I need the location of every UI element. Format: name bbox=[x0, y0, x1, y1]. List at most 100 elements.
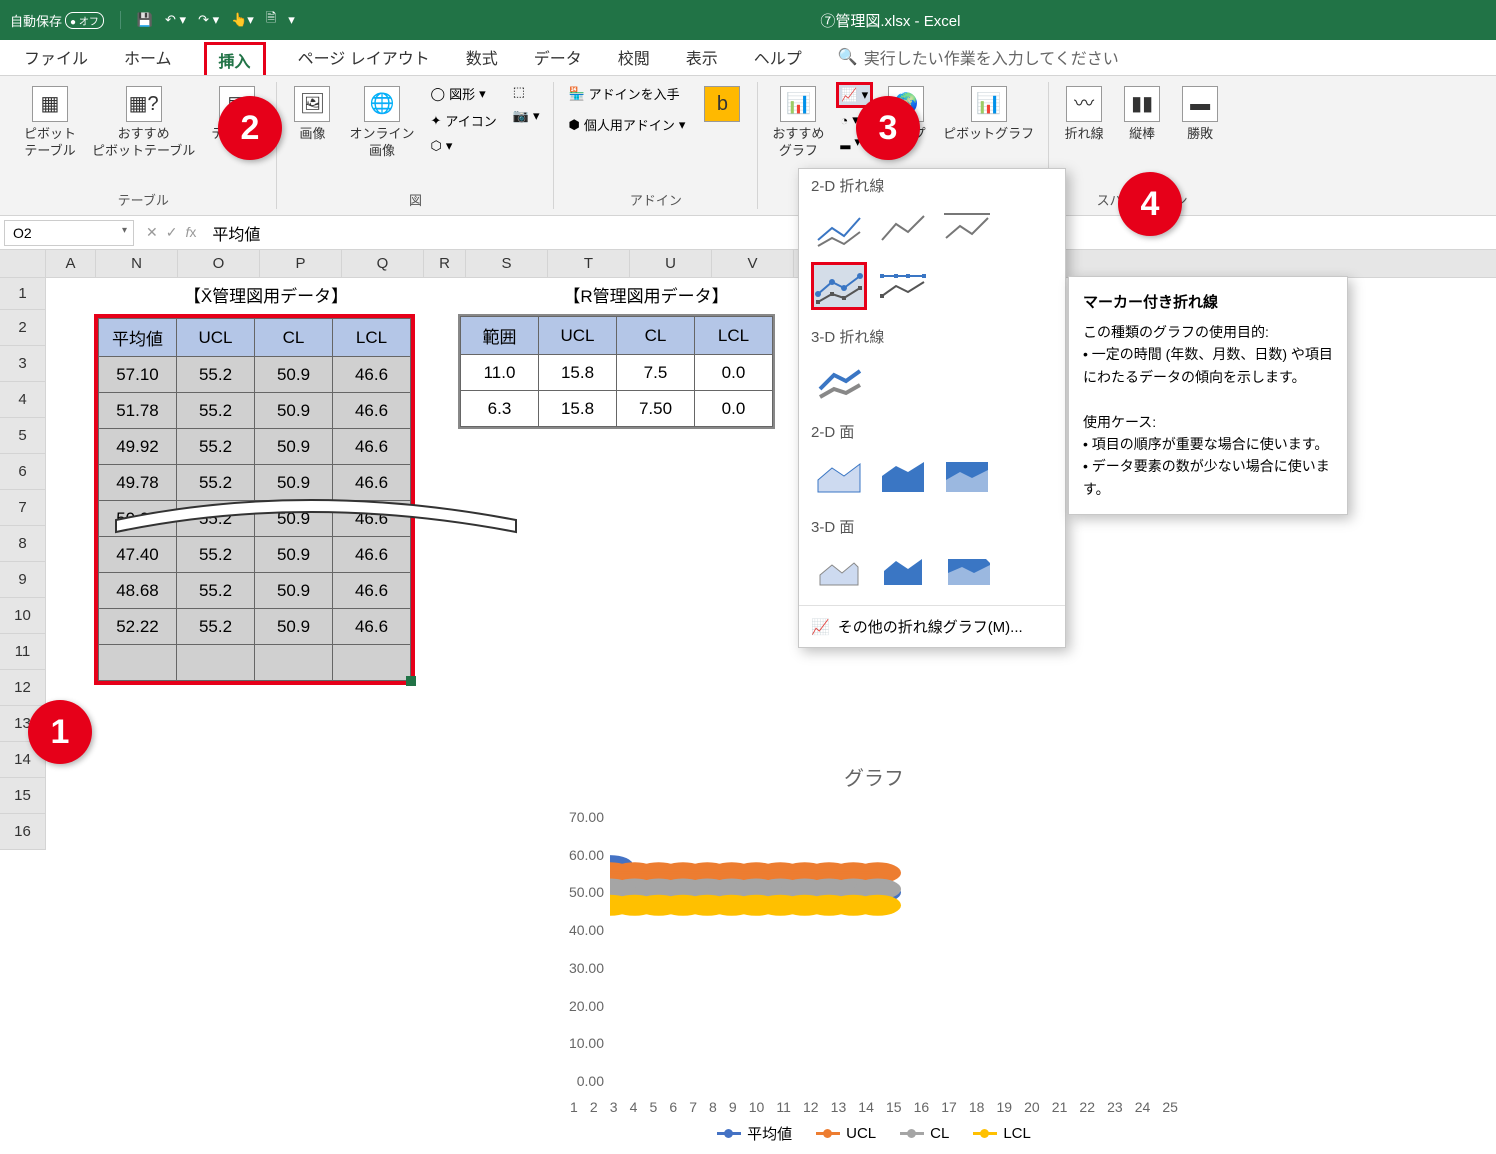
row-header-1[interactable]: 1 bbox=[0, 278, 46, 310]
table-cell[interactable]: 15.8 bbox=[539, 355, 617, 391]
row-header-16[interactable]: 16 bbox=[0, 814, 46, 850]
chart-type-100-stacked-area[interactable] bbox=[939, 452, 995, 500]
table-cell[interactable]: 46.6 bbox=[333, 465, 411, 501]
table-cell[interactable]: 46.6 bbox=[333, 429, 411, 465]
chart-type-line[interactable] bbox=[811, 206, 867, 254]
fx-icon[interactable]: fx bbox=[185, 224, 196, 241]
selection-handle[interactable] bbox=[406, 676, 416, 686]
smartart-button[interactable]: ⬚ bbox=[509, 82, 544, 102]
table-cell[interactable]: 50.9 bbox=[255, 609, 333, 645]
row-header-9[interactable]: 9 bbox=[0, 562, 46, 598]
confirm-formula-icon[interactable]: ✓ bbox=[166, 224, 178, 241]
table-cell[interactable]: 47.40 bbox=[99, 537, 177, 573]
chart-type-stacked-line-markers[interactable] bbox=[875, 262, 931, 310]
table-cell[interactable]: 50.9 bbox=[255, 429, 333, 465]
table-cell[interactable]: 7.50 bbox=[617, 391, 695, 427]
row-header-11[interactable]: 11 bbox=[0, 634, 46, 670]
table-cell[interactable]: 46.6 bbox=[333, 357, 411, 393]
undo-icon[interactable]: ↶ ▾ bbox=[165, 12, 186, 28]
tab-data[interactable]: データ bbox=[530, 39, 586, 75]
chart-type-3d-area[interactable] bbox=[811, 547, 867, 595]
chart-type-3d-line[interactable] bbox=[811, 357, 867, 405]
col-header-N[interactable]: N bbox=[96, 250, 178, 277]
chart-type-area[interactable] bbox=[811, 452, 867, 500]
3d-model-button[interactable]: ⬡ ▾ bbox=[427, 136, 501, 156]
image-button[interactable]: 🖼画像 bbox=[287, 82, 337, 147]
table-cell[interactable]: 50.9 bbox=[255, 537, 333, 573]
table-cell[interactable]: 6.3 bbox=[461, 391, 539, 427]
row-header-8[interactable]: 8 bbox=[0, 526, 46, 562]
tab-home[interactable]: ホーム bbox=[120, 39, 176, 75]
table-xbar-data[interactable]: 平均値UCLCLLCL57.1055.250.946.651.7855.250.… bbox=[94, 314, 415, 685]
table-cell[interactable]: 55.2 bbox=[177, 573, 255, 609]
get-addins-button[interactable]: 🏪アドインを入手 bbox=[564, 82, 689, 105]
table-cell[interactable]: 55.2 bbox=[177, 609, 255, 645]
col-header-P[interactable]: P bbox=[260, 250, 342, 277]
table-cell[interactable]: 0.0 bbox=[695, 391, 773, 427]
save-icon[interactable]: 💾 bbox=[137, 12, 153, 28]
table-cell[interactable]: 50.9 bbox=[255, 465, 333, 501]
table-cell[interactable]: 50.9 bbox=[255, 393, 333, 429]
table-cell[interactable]: 55.2 bbox=[177, 537, 255, 573]
table-cell[interactable]: 50.9 bbox=[255, 573, 333, 609]
table-cell[interactable]: 49.78 bbox=[99, 465, 177, 501]
table-cell[interactable]: 46.6 bbox=[333, 393, 411, 429]
tab-page-layout[interactable]: ページ レイアウト bbox=[294, 39, 434, 75]
table-cell[interactable]: 55.2 bbox=[177, 429, 255, 465]
table-cell[interactable]: 46.6 bbox=[333, 537, 411, 573]
col-header-O[interactable]: O bbox=[178, 250, 260, 277]
table-cell[interactable]: 49.92 bbox=[99, 429, 177, 465]
table-cell[interactable]: 7.5 bbox=[617, 355, 695, 391]
more-line-charts[interactable]: 📈その他の折れ線グラフ(M)... bbox=[799, 605, 1065, 647]
chart-type-stacked-line[interactable] bbox=[875, 206, 931, 254]
col-header-U[interactable]: U bbox=[630, 250, 712, 277]
row-header-12[interactable]: 12 bbox=[0, 670, 46, 706]
bing-button[interactable]: b bbox=[697, 82, 747, 126]
chart-type-line-markers[interactable] bbox=[811, 262, 867, 310]
touch-icon[interactable]: 👆▾ bbox=[231, 12, 254, 28]
chart-type-3d-100-stacked-area[interactable] bbox=[939, 547, 995, 595]
table-cell[interactable]: 50.96 bbox=[99, 501, 177, 537]
col-header-A[interactable]: A bbox=[46, 250, 96, 277]
row-header-3[interactable]: 3 bbox=[0, 346, 46, 382]
sparkline-line-button[interactable]: 〰折れ線 bbox=[1059, 82, 1109, 147]
table-cell[interactable]: 48.68 bbox=[99, 573, 177, 609]
table-cell[interactable]: 55.2 bbox=[177, 393, 255, 429]
col-header-V[interactable]: V bbox=[712, 250, 794, 277]
chart-type-stacked-area[interactable] bbox=[875, 452, 931, 500]
name-box[interactable]: O2 bbox=[4, 220, 134, 246]
recommended-charts-button[interactable]: 📊おすすめ グラフ bbox=[768, 82, 828, 164]
col-header-R[interactable]: R bbox=[424, 250, 466, 277]
redo-icon[interactable]: ↷ ▾ bbox=[198, 12, 219, 28]
table-cell[interactable]: 0.0 bbox=[695, 355, 773, 391]
col-header-S[interactable]: S bbox=[466, 250, 548, 277]
pivot-chart-button[interactable]: 📊ピボットグラフ bbox=[939, 82, 1038, 147]
my-addins-button[interactable]: ⬢個人用アドイン ▾ bbox=[564, 113, 689, 136]
tab-help[interactable]: ヘルプ bbox=[750, 39, 806, 75]
table-cell[interactable]: 52.22 bbox=[99, 609, 177, 645]
table-cell[interactable]: 50.9 bbox=[255, 501, 333, 537]
table-cell[interactable]: 46.6 bbox=[333, 609, 411, 645]
table-cell[interactable]: 55.2 bbox=[177, 465, 255, 501]
tab-review[interactable]: 校閲 bbox=[614, 39, 654, 75]
autosave-toggle[interactable]: 自動保存 ● オフ bbox=[10, 11, 104, 30]
cancel-formula-icon[interactable]: ✕ bbox=[146, 224, 158, 241]
row-header-5[interactable]: 5 bbox=[0, 418, 46, 454]
chart-type-100-stacked-line[interactable] bbox=[939, 206, 995, 254]
print-preview-icon[interactable]: 🗎 bbox=[266, 9, 276, 31]
shapes-button[interactable]: ◯図形 ▾ bbox=[427, 82, 501, 105]
chart-preview[interactable]: グラフ 70.0060.0050.0040.0030.0020.0010.000… bbox=[524, 754, 1224, 1154]
table-cell[interactable]: 46.6 bbox=[333, 501, 411, 537]
table-cell[interactable]: 55.2 bbox=[177, 501, 255, 537]
row-header-2[interactable]: 2 bbox=[0, 310, 46, 346]
recommended-pivot-button[interactable]: ▦?おすすめ ピボットテーブル bbox=[88, 82, 199, 164]
col-header-Q[interactable]: Q bbox=[342, 250, 424, 277]
table-cell[interactable]: 57.10 bbox=[99, 357, 177, 393]
tell-me-search[interactable]: 🔍実行したい作業を入力してください bbox=[834, 39, 1123, 75]
table-cell[interactable]: 11.0 bbox=[461, 355, 539, 391]
pivot-table-button[interactable]: ▦ピボット テーブル bbox=[20, 82, 80, 164]
row-header-4[interactable]: 4 bbox=[0, 382, 46, 418]
table-cell[interactable]: 50.9 bbox=[255, 357, 333, 393]
col-header-T[interactable]: T bbox=[548, 250, 630, 277]
select-all-corner[interactable] bbox=[0, 250, 46, 277]
